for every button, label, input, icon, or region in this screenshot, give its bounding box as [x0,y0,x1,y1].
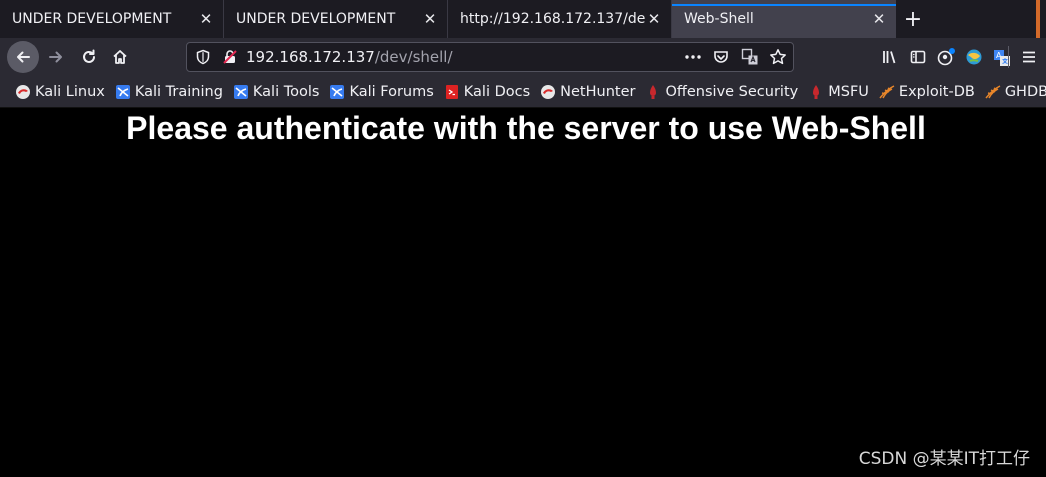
bookmark-label: Offensive Security [665,83,799,100]
reload-button[interactable] [74,42,104,72]
tab-title: http://192.168.172.137/dev/ [460,11,645,27]
bookmark-label: MSFU [828,83,869,100]
auth-required-heading: Please authenticate with the server to u… [126,110,926,146]
library-icon [883,51,896,64]
exploitdb-icon [879,84,895,98]
back-button[interactable] [7,41,39,73]
pocket-icon[interactable] [713,49,729,65]
extension-globe-icon [966,49,982,65]
page-actions-more-icon[interactable] [684,49,702,65]
csdn-watermark: CSDN @某某IT打工仔 [858,449,1030,469]
tab-web-shell[interactable]: Web-Shell ✕ [672,0,896,38]
url-path: /dev/shell/ [374,48,453,66]
page-content: Please authenticate with the server to u… [0,108,1046,477]
bookmark-label: NetHunter [560,83,636,100]
bookmark-kali-linux[interactable]: Kali Linux [15,76,105,108]
nethunter-icon [541,84,556,99]
extension-button[interactable] [960,43,988,71]
close-icon[interactable]: ✕ [870,10,888,28]
kali-docs-icon [445,84,458,99]
navigation-toolbar: 192.168.172.137/dev/shell/ A [0,38,1046,76]
tab-title: UNDER DEVELOPMENT [12,11,172,27]
bookmark-kali-forums[interactable]: Kali Forums [329,76,434,108]
insecure-lock-icon[interactable] [222,49,238,65]
account-icon [937,48,955,66]
bookmark-nethunter[interactable]: NetHunter [540,76,635,108]
sidebar-icon [910,50,926,64]
arrow-right-icon [49,51,62,63]
tab-under-development-1[interactable]: UNDER DEVELOPMENT ✕ [0,0,224,38]
bookmark-kali-training[interactable]: Kali Training [115,76,223,108]
home-icon [113,50,127,64]
window-edge-strip [1036,0,1040,38]
ghdb-icon [985,84,1001,98]
sidebar-toggle-button[interactable] [904,43,932,71]
tab-under-development-2[interactable]: UNDER DEVELOPMENT ✕ [224,0,448,38]
close-icon[interactable]: ✕ [197,10,215,28]
tab-strip: UNDER DEVELOPMENT ✕ UNDER DEVELOPMENT ✕ … [0,0,1046,38]
tab-title: Web-Shell [684,11,754,27]
bookmark-label: GHDB [1004,83,1046,100]
bookmarks-toolbar: Kali Linux Kali Training Kali Tools Kali… [0,76,1046,108]
url-host: 192.168.172.137 [246,48,375,66]
toolbar-separator [1008,46,1009,68]
close-icon[interactable]: ✕ [645,10,663,28]
bookmark-label: Kali Forums [349,83,434,100]
bookmark-msfu[interactable]: MSFU [808,76,869,108]
arrow-left-icon [17,51,30,63]
offsec-icon [650,84,657,99]
tab-title: UNDER DEVELOPMENT [236,11,396,27]
url-bar[interactable]: 192.168.172.137/dev/shell/ [186,42,794,72]
bookmark-label: Kali Linux [35,83,105,100]
bookmark-kali-docs[interactable]: Kali Docs [444,76,530,108]
bookmark-offensive-security[interactable]: Offensive Security [645,76,798,108]
kali-training-icon [115,84,130,99]
library-button[interactable] [876,43,904,71]
bookmark-label: Kali Tools [252,83,320,100]
bookmark-exploit-db[interactable]: Exploit-DB [879,76,975,108]
hamburger-menu-icon [1023,51,1035,63]
url-text[interactable]: 192.168.172.137/dev/shell/ [246,43,453,71]
kali-dragon-icon [16,84,30,99]
tracking-protection-shield-icon[interactable] [195,49,211,65]
bookmark-label: Kali Docs [463,83,531,100]
forward-button[interactable] [41,42,71,72]
close-icon[interactable]: ✕ [421,10,439,28]
bookmark-kali-tools[interactable]: Kali Tools [233,76,320,108]
new-tab-button[interactable]: + [896,0,930,38]
reload-icon [83,49,95,63]
bookmark-ghdb[interactable]: GHDB [985,76,1046,108]
translate-icon[interactable] [741,48,759,66]
msfu-icon [813,84,820,99]
kali-tools-icon [233,84,248,99]
bookmark-label: Exploit-DB [898,83,975,100]
bookmark-star-icon[interactable] [769,48,787,66]
tab-dev-url[interactable]: http://192.168.172.137/dev/ ✕ [448,0,672,38]
account-button[interactable] [932,43,960,71]
translate-extension-button[interactable]: A [988,44,1016,72]
home-button[interactable] [105,42,135,72]
bookmark-label: Kali Training [134,83,223,100]
kali-forums-icon [330,84,345,99]
app-menu-button[interactable] [1015,43,1043,71]
